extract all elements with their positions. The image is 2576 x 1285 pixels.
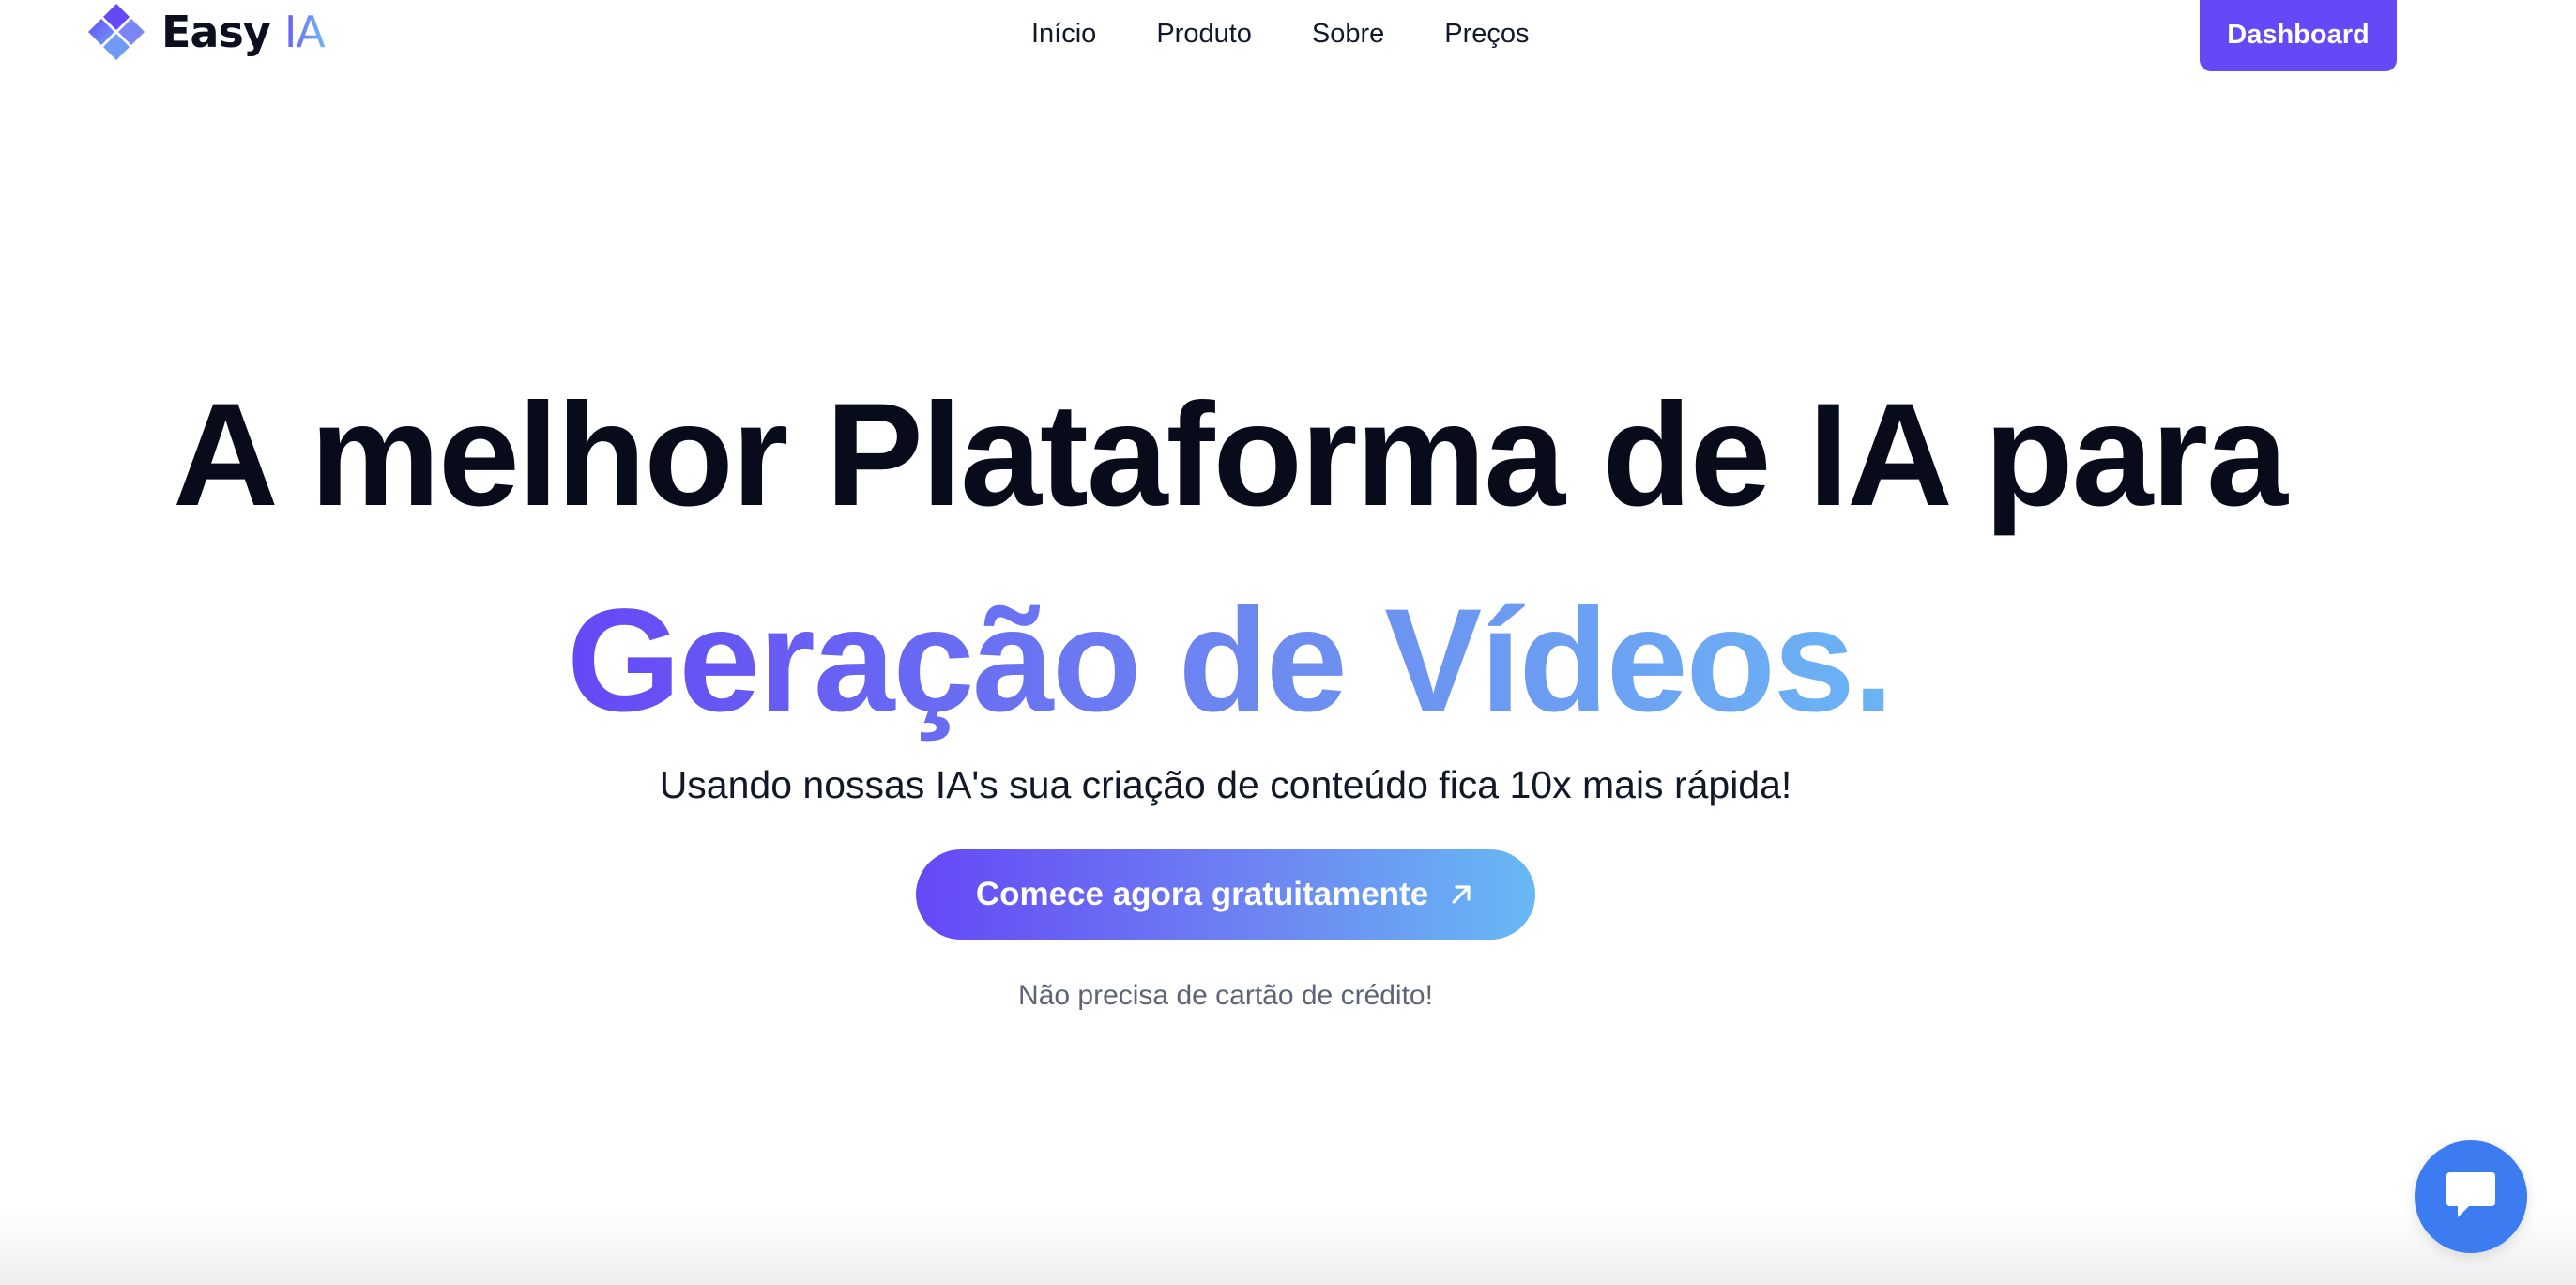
- nav-item-precos[interactable]: Preços: [1444, 15, 1529, 53]
- dashboard-button[interactable]: Dashboard: [2200, 0, 2397, 71]
- landing-page: Easy IA Início Produto Sobre Preços Dash…: [0, 0, 2576, 1285]
- nav-item-inicio[interactable]: Início: [1031, 15, 1096, 53]
- brand-name: Easy IA: [161, 7, 326, 57]
- arrow-up-right-icon: [1452, 885, 1471, 904]
- hero-title-highlight: Geração de Vídeos.: [567, 579, 1894, 742]
- site-header: Easy IA Início Produto Sobre Preços Dash…: [0, 0, 2576, 75]
- nav-item-sobre[interactable]: Sobre: [1312, 15, 1384, 53]
- start-free-button[interactable]: Comece agora gratuitamente: [916, 849, 1535, 940]
- no-credit-card-note: Não precisa de cartão de crédito!: [1018, 980, 1433, 1011]
- brand-name-main: Easy: [161, 7, 271, 57]
- hero-subtitle: Usando nossas IA's sua criação de conteú…: [659, 763, 1792, 806]
- main-nav: Início Produto Sobre Preços: [1031, 15, 1590, 53]
- hero-title-line1: A melhor Plataforma de IA para: [173, 374, 2288, 537]
- hero-title-line2: Geração de Vídeos.: [0, 576, 2459, 745]
- stacked-diamonds-logo-icon: [88, 4, 145, 60]
- chat-widget-button[interactable]: [2415, 1140, 2527, 1253]
- brand-logo[interactable]: Easy IA: [86, 2, 326, 68]
- nav-item-produto[interactable]: Produto: [1156, 15, 1252, 53]
- start-free-button-label: Comece agora gratuitamente: [975, 876, 1429, 912]
- chat-bubble-icon: [2446, 1172, 2495, 1217]
- bottom-fade: [0, 1211, 2576, 1285]
- brand-name-accent: IA: [283, 7, 326, 57]
